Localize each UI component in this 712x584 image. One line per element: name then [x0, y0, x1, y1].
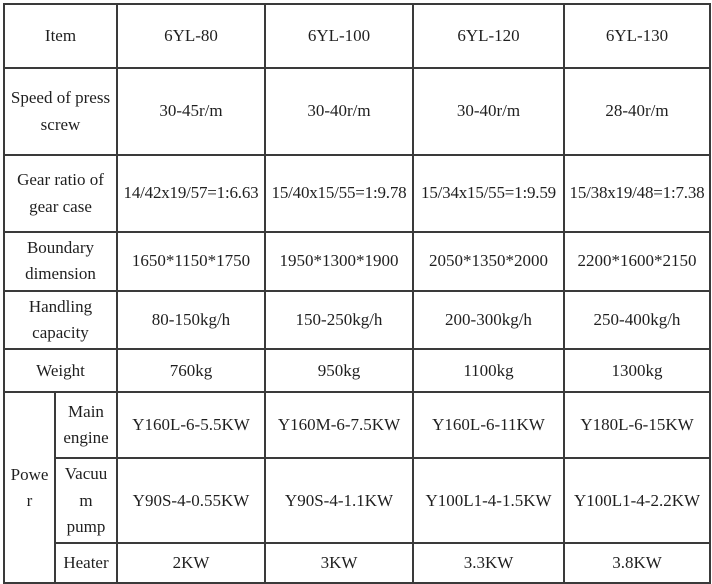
cell-main-engine-2: Y160M-6-7.5KW [264, 391, 414, 460]
cell-boundary-dimension-4: 2200*1600*2150 [563, 231, 711, 292]
table-row: Weight 760kg 950kg 1100kg 1300kg [3, 348, 711, 394]
row-label-boundary-dimension: Boundary dimension [3, 231, 118, 292]
cell-speed-of-press-screw-3: 30-40r/m [412, 67, 565, 156]
cell-speed-of-press-screw-4: 28-40r/m [563, 67, 711, 156]
cell-weight-2: 950kg [264, 348, 414, 394]
table-header-row: Item 6YL-80 6YL-100 6YL-120 6YL-130 [3, 3, 711, 69]
cell-main-engine-3: Y160L-6-11KW [412, 391, 565, 460]
cell-vacuum-pump-4: Y100L1-4-2.2KW [563, 457, 711, 545]
cell-gear-ratio-of-gear-case-3: 15/34x15/55=1:9.59 [412, 154, 565, 233]
cell-speed-of-press-screw-2: 30-40r/m [264, 67, 414, 156]
header-cell-model-1: 6YL-80 [116, 3, 266, 69]
table-row: Handling capacity 80-150kg/h 150-250kg/h… [3, 289, 711, 351]
cell-heater-1: 2KW [116, 542, 266, 584]
cell-speed-of-press-screw-1: 30-45r/m [116, 67, 266, 156]
table-row: Heater 2KW 3KW 3.3KW 3.8KW [4, 542, 711, 584]
specification-table: Item 6YL-80 6YL-100 6YL-120 6YL-130 Spee… [3, 3, 711, 584]
table-row: Power Main engine Y160L-6-5.5KW Y160M-6-… [3, 391, 711, 584]
cell-gear-ratio-of-gear-case-1: 14/42x19/57=1:6.63 [116, 154, 266, 233]
header-cell-model-4: 6YL-130 [563, 3, 711, 69]
cell-heater-2: 3KW [264, 542, 414, 584]
cell-main-engine-1: Y160L-6-5.5KW [116, 391, 266, 460]
cell-boundary-dimension-3: 2050*1350*2000 [412, 231, 565, 292]
cell-handling-capacity-3: 200-300kg/h [412, 289, 565, 351]
row-label-power: Power [3, 391, 56, 584]
table-row: Speed of press screw 30-45r/m 30-40r/m 3… [3, 67, 711, 156]
cell-weight-1: 760kg [116, 348, 266, 394]
row-label-handling-capacity: Handling capacity [3, 289, 118, 351]
cell-handling-capacity-2: 150-250kg/h [264, 289, 414, 351]
header-cell-item: Item [3, 3, 118, 69]
cell-gear-ratio-of-gear-case-2: 15/40x15/55=1:9.78 [264, 154, 414, 233]
cell-vacuum-pump-1: Y90S-4-0.55KW [116, 457, 266, 545]
table-row: Vacuum pump Y90S-4-0.55KW Y90S-4-1.1KW Y… [4, 457, 711, 545]
table-row: Gear ratio of gear case 14/42x19/57=1:6.… [3, 154, 711, 233]
cell-vacuum-pump-2: Y90S-4-1.1KW [264, 457, 414, 545]
cell-gear-ratio-of-gear-case-4: 15/38x19/48=1:7.38 [563, 154, 711, 233]
cell-handling-capacity-1: 80-150kg/h [116, 289, 266, 351]
row-label-vacuum-pump: Vacuum pump [54, 457, 118, 545]
cell-heater-3: 3.3KW [412, 542, 565, 584]
cell-handling-capacity-4: 250-400kg/h [563, 289, 711, 351]
header-cell-model-3: 6YL-120 [412, 3, 565, 69]
cell-heater-4: 3.8KW [563, 542, 711, 584]
row-label-speed-of-press-screw: Speed of press screw [3, 67, 118, 156]
cell-weight-3: 1100kg [412, 348, 565, 394]
cell-boundary-dimension-1: 1650*1150*1750 [116, 231, 266, 292]
row-label-heater: Heater [54, 542, 118, 584]
table-row: Boundary dimension 1650*1150*1750 1950*1… [3, 231, 711, 292]
row-label-gear-ratio-of-gear-case: Gear ratio of gear case [3, 154, 118, 233]
cell-main-engine-4: Y180L-6-15KW [563, 391, 711, 460]
cell-boundary-dimension-2: 1950*1300*1900 [264, 231, 414, 292]
row-label-main-engine: Main engine [54, 391, 118, 460]
header-cell-model-2: 6YL-100 [264, 3, 414, 69]
cell-vacuum-pump-3: Y100L1-4-1.5KW [412, 457, 565, 545]
cell-weight-4: 1300kg [563, 348, 711, 394]
specification-table-container: Item 6YL-80 6YL-100 6YL-120 6YL-130 Spee… [0, 0, 712, 584]
row-label-weight: Weight [3, 348, 118, 394]
